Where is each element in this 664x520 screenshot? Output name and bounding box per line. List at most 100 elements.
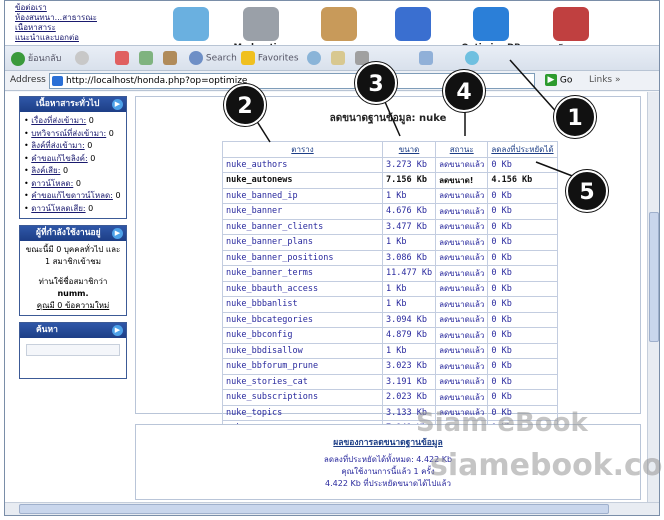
table-row: nuke_autonews 7.156 Kb ลดขนาด! 4.156 Kb	[222, 172, 558, 189]
table-row: nuke_stories_cat 3.191 Kb ลดขนาดแล้ว 0 Kb	[222, 373, 558, 390]
online-line: ท่านใช้ชื่อสมาชิกว่า	[38, 277, 108, 286]
table-row: nuke_authors 3.273 Kb ลดขนาดแล้ว 0 Kb	[222, 156, 558, 173]
top-link[interactable]: ข้อต่อเรา	[15, 3, 125, 13]
cell-size: 3.477 Kb	[381, 218, 437, 235]
search-area	[20, 338, 126, 378]
block-header: เนื้อหาสาระทั่วไป ▶	[20, 97, 126, 112]
waiting-count: 0	[90, 153, 96, 163]
favorites-button[interactable]: Favorites	[241, 51, 299, 67]
cell-status: ลดขนาดแล้ว	[435, 342, 489, 359]
callout-5: 5	[566, 170, 608, 212]
waiting-link[interactable]: ลิงค์ที่ส่งเข้ามา:	[31, 141, 84, 150]
messenger-icon	[465, 51, 479, 65]
cell-table-name: nuke_bbcategories	[222, 311, 383, 328]
address-bar: Address http://localhost/honda.php?op=op…	[5, 71, 659, 91]
cell-table-name: nuke_bbforum_prune	[222, 358, 383, 375]
cell-table-name: nuke_bbdisallow	[222, 342, 383, 359]
block-header: ผู้ที่กำลังใช้งานอยู่ ▶	[20, 226, 126, 241]
waiting-link[interactable]: บทวิจารณ์ที่ส่งเข้ามา:	[31, 129, 106, 138]
top-link[interactable]: เนื้อหาสาระ	[15, 23, 125, 33]
cell-freed: 0 Kb	[487, 265, 558, 282]
history-button[interactable]	[307, 51, 321, 67]
cell-freed: 0 Kb	[487, 296, 558, 313]
cell-size: 1 Kb	[381, 296, 437, 313]
cell-size: 3.273 Kb	[381, 156, 437, 173]
waiting-content-block: เนื้อหาสาระทั่วไป ▶ • เรื่องที่ส่งเข้ามา…	[19, 96, 127, 219]
stop-button[interactable]	[115, 51, 129, 67]
stop-icon	[115, 51, 129, 65]
email-at-icon	[395, 7, 431, 41]
refresh-button[interactable]	[139, 51, 153, 67]
table-row: nuke_bbdisallow 1 Kb ลดขนาดแล้ว 0 Kb	[222, 342, 558, 359]
cell-size: 7.156 Kb	[381, 172, 437, 189]
waiting-list: • เรื่องที่ส่งเข้ามา: 0 • บทวิจารณ์ที่ส่ง…	[20, 112, 126, 218]
home-button[interactable]	[163, 51, 177, 67]
new-messages-link[interactable]: คุณมี 0 ข้อความใหม่	[22, 300, 124, 312]
block-arrow-icon[interactable]: ▶	[112, 99, 123, 110]
block-title: ผู้ที่กำลังใช้งานอยู่	[36, 228, 101, 238]
block-arrow-icon[interactable]: ▶	[112, 325, 123, 336]
forward-button[interactable]	[75, 51, 89, 67]
who-online-text: ขณะนี้มี 0 บุคคลทั่วไป และ 1 สมาชิกเข้าช…	[20, 241, 126, 315]
back-button[interactable]: ย้อนกลับ	[11, 51, 61, 67]
cell-status: ลดขนาดแล้ว	[435, 389, 489, 406]
block-header: ค้นหา ▶	[20, 323, 126, 338]
cell-size: 3.086 Kb	[381, 249, 437, 266]
cell-freed: 0 Kb	[487, 358, 558, 375]
go-button[interactable]: ▶ Go	[545, 74, 572, 86]
table-row: nuke_bbbanlist 1 Kb ลดขนาดแล้ว 0 Kb	[222, 296, 558, 313]
waiting-link[interactable]: ลิงค์เสีย:	[31, 166, 60, 175]
browser-window: ข้อต่อเรา ห้องสนทนา...สาธารณะ เนื้อหาสาร…	[4, 0, 660, 516]
cell-status: ลดขนาดแล้ว	[435, 311, 489, 328]
waiting-link[interactable]: เรื่องที่ส่งเข้ามา:	[31, 116, 86, 125]
main-area: ลดขนาดฐานข้อมูล: nuke ตาราง ขนาด สถานะ ล…	[135, 96, 641, 500]
cell-table-name: nuke_banner_clients	[222, 218, 383, 235]
block-arrow-icon[interactable]: ▶	[112, 228, 123, 239]
cell-table-name: nuke_banned_ip	[222, 187, 383, 204]
edit-button[interactable]	[419, 51, 433, 67]
cell-freed: 0 Kb	[487, 218, 558, 235]
waiting-link[interactable]: ดาวน์โหลดเสีย:	[31, 204, 85, 213]
cell-freed: 0 Kb	[487, 249, 558, 266]
scroll-thumb[interactable]	[19, 504, 609, 514]
watermark-title: Siam eBook	[416, 408, 588, 438]
cell-freed: 4.156 Kb	[487, 172, 558, 189]
waiting-link[interactable]: ดาวน์โหลด:	[31, 179, 73, 188]
sidebar: เนื้อหาสาระทั่วไป ▶ • เรื่องที่ส่งเข้ามา…	[19, 96, 127, 500]
list-item: • คำขอแก้ไขดาวน์โหลด: 0	[24, 191, 121, 200]
search-input[interactable]	[26, 344, 120, 356]
search-button[interactable]: Search	[189, 51, 237, 67]
cell-size: 1 Kb	[381, 234, 437, 251]
browser-toolbar: ย้อนกลับ Search Favorites	[5, 45, 659, 71]
top-link[interactable]: แนะนำและบอกต่อ	[15, 33, 125, 43]
cell-status: ลดขนาดแล้ว	[435, 187, 489, 204]
cell-size: 4.879 Kb	[381, 327, 437, 344]
cell-status: ลดขนาดแล้ว	[435, 203, 489, 220]
vertical-scrollbar[interactable]	[647, 92, 659, 504]
star-icon	[241, 51, 255, 65]
moderation-icon	[243, 7, 279, 41]
column-header-table: ตาราง	[222, 141, 383, 158]
cell-freed: 0 Kb	[487, 156, 558, 173]
page-content: เนื้อหาสาระทั่วไป ▶ • เรื่องที่ส่งเข้ามา…	[5, 92, 649, 504]
waiting-link[interactable]: คำขอแก้ไขลิงค์:	[31, 154, 87, 163]
cell-status: ลดขนาดแล้ว	[435, 218, 489, 235]
scroll-thumb[interactable]	[649, 212, 659, 342]
cell-freed: 0 Kb	[487, 280, 558, 297]
cell-freed: 0 Kb	[487, 311, 558, 328]
table-row: nuke_banned_ip 1 Kb ลดขนาดแล้ว 0 Kb	[222, 187, 558, 204]
optimize-panel: ลดขนาดฐานข้อมูล: nuke ตาราง ขนาด สถานะ ล…	[135, 96, 641, 452]
cell-status: ลดขนาดแล้ว	[435, 265, 489, 282]
waiting-link[interactable]: คำขอแก้ไขดาวน์โหลด:	[31, 191, 113, 200]
messenger-button[interactable]	[465, 51, 479, 67]
table-row: nuke_bbconfig 4.879 Kb ลดขนาดแล้ว 0 Kb	[222, 327, 558, 344]
table-row: nuke_bbforum_prune 3.023 Kb ลดขนาดแล้ว 0 Kb	[222, 358, 558, 375]
cell-freed: 0 Kb	[487, 203, 558, 220]
top-link[interactable]: ห้องสนทนา...สาธารณะ	[15, 13, 125, 23]
cell-size: 1 Kb	[381, 187, 437, 204]
mail-button[interactable]	[331, 51, 345, 67]
horizontal-scrollbar[interactable]	[5, 502, 659, 515]
mail-icon	[331, 51, 345, 65]
who-online-block: ผู้ที่กำลังใช้งานอยู่ ▶ ขณะนี้มี 0 บุคคล…	[19, 225, 127, 316]
links-button[interactable]: Links »	[589, 75, 621, 85]
